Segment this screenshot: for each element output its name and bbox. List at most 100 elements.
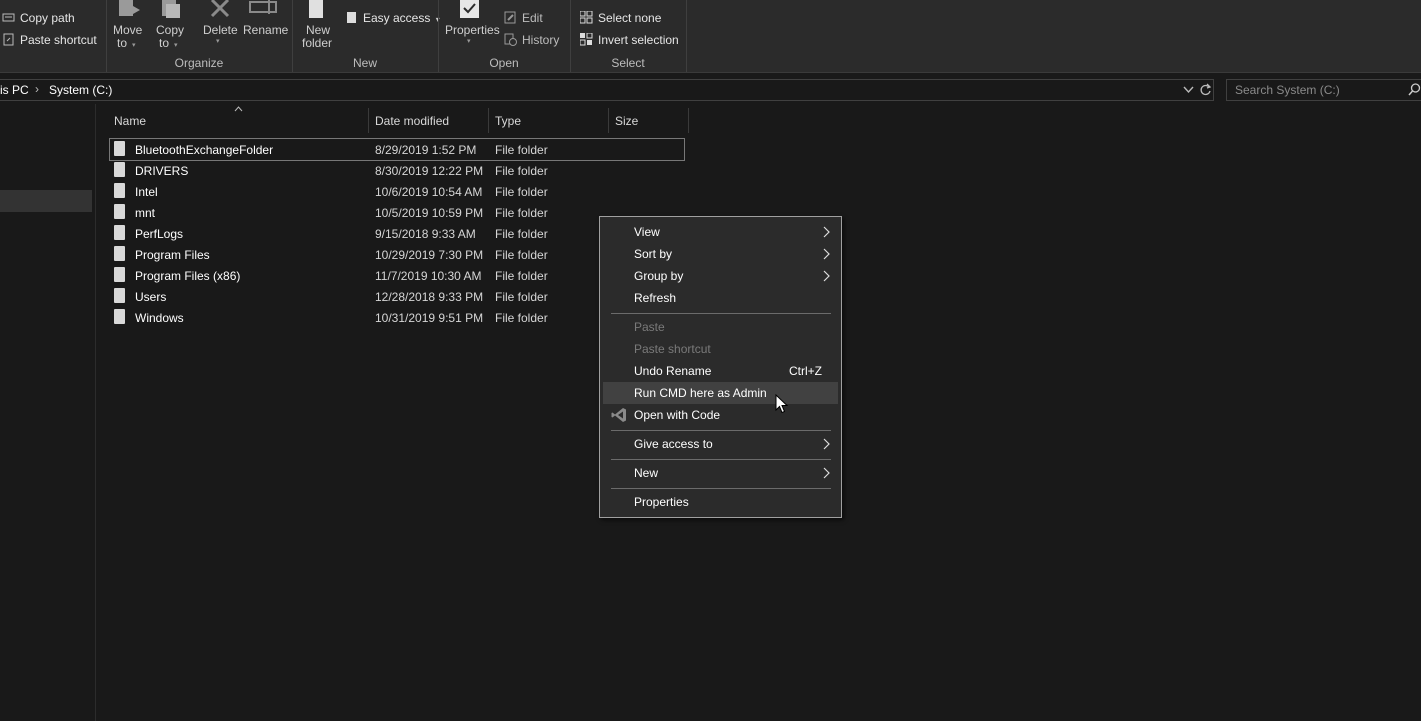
column-divider[interactable] — [488, 108, 489, 133]
folder-icon — [114, 246, 125, 261]
file-name: Users — [135, 290, 167, 304]
edit-icon — [504, 11, 516, 24]
file-name: mnt — [135, 206, 156, 220]
copy-path-button[interactable]: Copy path — [2, 11, 75, 25]
table-row[interactable]: BluetoothExchangeFolder 8/29/2019 1:52 P… — [109, 138, 685, 161]
column-divider[interactable] — [368, 108, 369, 133]
folder-icon — [114, 225, 125, 240]
column-header-name[interactable]: Name — [114, 114, 146, 128]
address-history-chevron-icon[interactable] — [1183, 86, 1194, 94]
table-row[interactable]: DRIVERS 8/30/2019 12:22 PM File folder — [110, 160, 684, 181]
menu-item-properties[interactable]: Properties — [603, 491, 838, 513]
properties-icon — [460, 0, 479, 18]
context-menu[interactable]: View Sort by Group by Refresh Paste Past… — [599, 216, 842, 518]
table-row[interactable]: Program Files 10/29/2019 7:30 PM File fo… — [110, 244, 684, 265]
copy-to-icon — [162, 0, 180, 18]
delete-label: Delete — [203, 23, 238, 37]
menu-item-sort-by[interactable]: Sort by — [603, 243, 838, 265]
new-folder-button[interactable]: New folder — [300, 0, 338, 52]
menu-item-run-cmd-admin[interactable]: Run CMD here as Admin — [603, 382, 838, 404]
menu-item-view[interactable]: View — [603, 221, 838, 243]
select-group-label: Select — [611, 56, 645, 70]
copy-to-label: Copy — [156, 23, 185, 37]
table-row[interactable]: mnt 10/5/2019 10:59 PM File folder — [110, 202, 684, 223]
file-name: Program Files (x86) — [135, 269, 241, 283]
column-divider[interactable] — [608, 108, 609, 133]
history-label: History — [522, 33, 560, 47]
select-none-label: Select none — [598, 11, 662, 25]
new-folder-label: New — [306, 23, 331, 37]
menu-item-give-access[interactable]: Give access to — [603, 433, 838, 455]
history-icon — [504, 33, 517, 46]
new-group-label: New — [352, 56, 377, 70]
breadcrumb-system-c[interactable]: System (C:) — [49, 83, 112, 97]
properties-dropdown-icon: ▾ — [467, 38, 471, 45]
table-row[interactable]: Users 12/28/2018 9:33 PM File folder — [110, 286, 684, 307]
column-header-date-modified[interactable]: Date modified — [375, 114, 449, 128]
address-bar[interactable]: is PC › System (C:) — [0, 79, 1214, 101]
invert-selection-icon — [580, 33, 593, 46]
open-group-label: Open — [489, 56, 519, 70]
menu-item-label: Refresh — [634, 291, 677, 305]
menu-item-new[interactable]: New — [603, 462, 838, 484]
delete-button[interactable]: Delete ▾ — [200, 0, 240, 50]
history-button[interactable]: History — [504, 33, 559, 47]
move-to-button[interactable]: Move to ▾ — [110, 0, 146, 50]
menu-item-refresh[interactable]: Refresh — [603, 287, 838, 309]
menu-item-label: Undo Rename — [634, 364, 712, 378]
refresh-icon[interactable] — [1199, 83, 1212, 96]
menu-item-open-with-code[interactable]: Open with Code — [603, 404, 838, 426]
file-type: File folder — [495, 164, 548, 178]
chevron-right-icon — [823, 467, 830, 479]
paste-shortcut-button[interactable]: Paste shortcut — [2, 33, 97, 47]
table-row[interactable]: Program Files (x86) 11/7/2019 10:30 AM F… — [110, 265, 684, 286]
menu-item-label: Paste shortcut — [634, 342, 711, 356]
menu-item-label: New — [634, 466, 659, 480]
rename-label: Rename — [243, 23, 289, 37]
column-divider[interactable] — [688, 108, 689, 133]
column-header-size[interactable]: Size — [615, 114, 638, 128]
menu-separator — [611, 488, 831, 489]
edit-button[interactable]: Edit — [504, 11, 543, 25]
breadcrumb-this-pc[interactable]: is PC — [0, 83, 29, 97]
menu-item-label: Open with Code — [634, 408, 721, 422]
menu-item-group-by[interactable]: Group by — [603, 265, 838, 287]
folder-icon — [114, 288, 125, 303]
menu-item-paste-shortcut[interactable]: Paste shortcut — [603, 338, 838, 360]
invert-selection-label: Invert selection — [598, 33, 679, 47]
file-type: File folder — [495, 206, 548, 220]
nav-selected-item[interactable] — [0, 190, 92, 212]
search-icon[interactable] — [1408, 83, 1421, 96]
file-type: File folder — [495, 227, 548, 241]
breadcrumb-separator-icon[interactable]: › — [35, 82, 39, 96]
table-row[interactable]: Intel 10/6/2019 10:54 AM File folder — [110, 181, 684, 202]
file-date: 10/6/2019 10:54 AM — [375, 185, 483, 199]
invert-selection-button[interactable]: Invert selection — [580, 33, 679, 47]
file-name: Program Files — [135, 248, 210, 262]
menu-item-label: Paste — [634, 320, 665, 334]
search-box[interactable]: Search System (C:) — [1226, 79, 1421, 101]
file-type: File folder — [495, 290, 548, 304]
menu-item-label: Run CMD here as Admin — [634, 386, 767, 400]
copy-to-button[interactable]: Copy to ▾ — [152, 0, 188, 50]
easy-access-button[interactable]: Easy access ▾ — [345, 11, 440, 25]
folder-icon — [114, 204, 125, 219]
table-row[interactable]: PerfLogs 9/15/2018 9:33 AM File folder — [110, 223, 684, 244]
table-row[interactable]: Windows 10/31/2019 9:51 PM File folder — [110, 307, 684, 328]
properties-button[interactable]: Properties ▾ — [442, 0, 500, 50]
navigation-pane[interactable] — [0, 104, 96, 721]
file-date: 9/15/2018 9:33 AM — [375, 227, 476, 241]
new-folder-label-2: folder — [302, 36, 333, 50]
menu-item-label: View — [634, 225, 660, 239]
rename-button[interactable]: Rename — [241, 0, 289, 50]
move-to-icon — [119, 0, 140, 16]
select-none-button[interactable]: Select none — [580, 11, 661, 25]
file-name: BluetoothExchangeFolder — [135, 143, 274, 157]
move-to-label: Move — [113, 23, 143, 37]
move-to-label-2: to — [117, 36, 128, 50]
select-none-icon — [580, 11, 593, 24]
menu-item-paste[interactable]: Paste — [603, 316, 838, 338]
column-header-type[interactable]: Type — [495, 114, 521, 128]
menu-item-undo-rename[interactable]: Undo Rename Ctrl+Z — [603, 360, 838, 382]
copy-to-label-2: to — [159, 36, 170, 50]
